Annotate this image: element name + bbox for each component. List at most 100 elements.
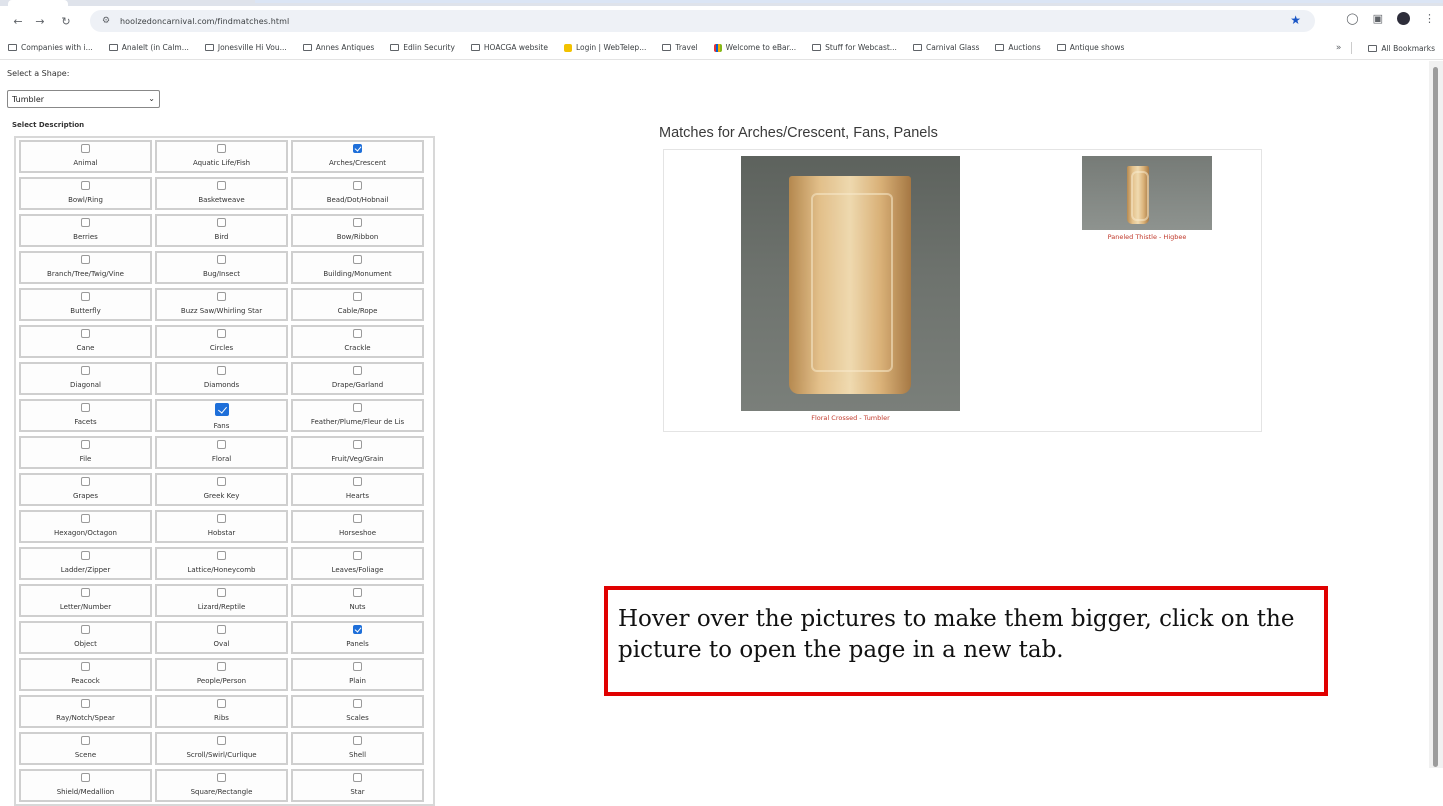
description-option[interactable]: Letter/Number (19, 584, 152, 617)
description-option[interactable]: File (19, 436, 152, 469)
bookmark-item[interactable]: Companies with i... (8, 43, 93, 52)
reload-icon[interactable]: ↻ (56, 11, 76, 31)
result-item[interactable]: Paneled Thistle - Higbee (1082, 156, 1212, 241)
description-checkbox[interactable] (353, 181, 362, 190)
profile-avatar[interactable] (1397, 12, 1410, 25)
description-option[interactable]: Scroll/Swirl/Curlique (155, 732, 288, 765)
description-option[interactable]: Scene (19, 732, 152, 765)
description-option[interactable]: Leaves/Foliage (291, 547, 424, 580)
result-caption[interactable]: Paneled Thistle - Higbee (1108, 233, 1187, 241)
shape-select[interactable]: Tumbler ⌄ (7, 90, 160, 108)
bookmark-item[interactable]: Stuff for Webcast... (812, 43, 897, 52)
description-checkbox[interactable] (217, 773, 226, 782)
description-option[interactable]: Plain (291, 658, 424, 691)
description-option[interactable]: Feather/Plume/Fleur de Lis (291, 399, 424, 432)
description-checkbox[interactable] (217, 588, 226, 597)
description-checkbox[interactable] (214, 403, 229, 416)
forward-arrow-icon[interactable]: → (30, 11, 50, 31)
bookmark-item[interactable]: Welcome to eBar... (713, 43, 796, 52)
description-checkbox[interactable] (217, 366, 226, 375)
description-option[interactable]: Bead/Dot/Hobnail (291, 177, 424, 210)
description-checkbox[interactable] (217, 292, 226, 301)
description-option[interactable]: Hexagon/Octagon (19, 510, 152, 543)
bookmark-item[interactable]: Antique shows (1056, 43, 1124, 52)
description-option[interactable]: Floral (155, 436, 288, 469)
description-option[interactable]: Ladder/Zipper (19, 547, 152, 580)
menu-kebab-icon[interactable]: ⋮ (1424, 12, 1435, 25)
description-checkbox[interactable] (217, 551, 226, 560)
description-checkbox[interactable] (353, 477, 362, 486)
description-option[interactable]: Horseshoe (291, 510, 424, 543)
back-arrow-icon[interactable]: ← (8, 11, 28, 31)
description-option[interactable]: Facets (19, 399, 152, 432)
description-checkbox[interactable] (353, 366, 362, 375)
description-checkbox[interactable] (353, 144, 362, 153)
description-option[interactable]: Peacock (19, 658, 152, 691)
description-checkbox[interactable] (353, 255, 362, 264)
description-option[interactable]: Buzz Saw/Whirling Star (155, 288, 288, 321)
description-checkbox[interactable] (217, 255, 226, 264)
bookmark-item[interactable]: Edlin Security (390, 43, 455, 52)
description-option[interactable]: Panels (291, 621, 424, 654)
bookmark-star-icon[interactable]: ★ (1290, 13, 1301, 27)
description-option[interactable]: Hobstar (155, 510, 288, 543)
description-option[interactable]: Ribs (155, 695, 288, 728)
description-option[interactable]: Berries (19, 214, 152, 247)
description-checkbox[interactable] (81, 292, 90, 301)
description-option[interactable]: Basketweave (155, 177, 288, 210)
description-option[interactable]: Shell (291, 732, 424, 765)
description-option[interactable]: People/Person (155, 658, 288, 691)
description-checkbox[interactable] (217, 662, 226, 671)
description-option[interactable]: Bird (155, 214, 288, 247)
description-option[interactable]: Square/Rectangle (155, 769, 288, 802)
description-option[interactable]: Greek Key (155, 473, 288, 506)
description-option[interactable]: Branch/Tree/Twig/Vine (19, 251, 152, 284)
description-option[interactable]: Star (291, 769, 424, 802)
description-option[interactable]: Drape/Garland (291, 362, 424, 395)
description-checkbox[interactable] (81, 662, 90, 671)
bookmark-item[interactable]: Travel (662, 43, 698, 52)
description-checkbox[interactable] (353, 440, 362, 449)
description-checkbox[interactable] (217, 144, 226, 153)
description-option[interactable]: Bowl/Ring (19, 177, 152, 210)
description-checkbox[interactable] (217, 440, 226, 449)
description-checkbox[interactable] (353, 588, 362, 597)
description-checkbox[interactable] (81, 329, 90, 338)
description-checkbox[interactable] (353, 625, 362, 634)
description-checkbox[interactable] (81, 588, 90, 597)
description-option[interactable]: Circles (155, 325, 288, 358)
description-checkbox[interactable] (217, 218, 226, 227)
description-option[interactable]: Diamonds (155, 362, 288, 395)
description-checkbox[interactable] (81, 181, 90, 190)
description-checkbox[interactable] (81, 144, 90, 153)
description-checkbox[interactable] (353, 514, 362, 523)
all-bookmarks-button[interactable]: All Bookmarks (1368, 44, 1435, 53)
description-option[interactable]: Hearts (291, 473, 424, 506)
description-checkbox[interactable] (217, 736, 226, 745)
description-checkbox[interactable] (217, 699, 226, 708)
description-checkbox[interactable] (81, 218, 90, 227)
description-checkbox[interactable] (353, 329, 362, 338)
description-checkbox[interactable] (217, 329, 226, 338)
description-option[interactable]: Ray/Notch/Spear (19, 695, 152, 728)
description-checkbox[interactable] (353, 551, 362, 560)
description-option[interactable]: Shield/Medallion (19, 769, 152, 802)
description-checkbox[interactable] (217, 514, 226, 523)
description-checkbox[interactable] (353, 292, 362, 301)
description-option[interactable]: Lizard/Reptile (155, 584, 288, 617)
description-checkbox[interactable] (217, 477, 226, 486)
bookmark-item[interactable]: Carnival Glass (912, 43, 979, 52)
description-option[interactable]: Animal (19, 140, 152, 173)
page-scrollbar[interactable] (1429, 61, 1443, 768)
description-checkbox[interactable] (81, 440, 90, 449)
description-checkbox[interactable] (353, 736, 362, 745)
description-checkbox[interactable] (81, 403, 90, 412)
description-checkbox[interactable] (81, 514, 90, 523)
description-checkbox[interactable] (353, 699, 362, 708)
description-option[interactable]: Cable/Rope (291, 288, 424, 321)
site-info-icon[interactable]: ⚙ (98, 13, 114, 29)
description-option[interactable]: Fruit/Veg/Grain (291, 436, 424, 469)
bookmark-item[interactable]: Jonesville Hi Vou... (204, 43, 287, 52)
description-option[interactable]: Building/Monument (291, 251, 424, 284)
description-option[interactable]: Scales (291, 695, 424, 728)
